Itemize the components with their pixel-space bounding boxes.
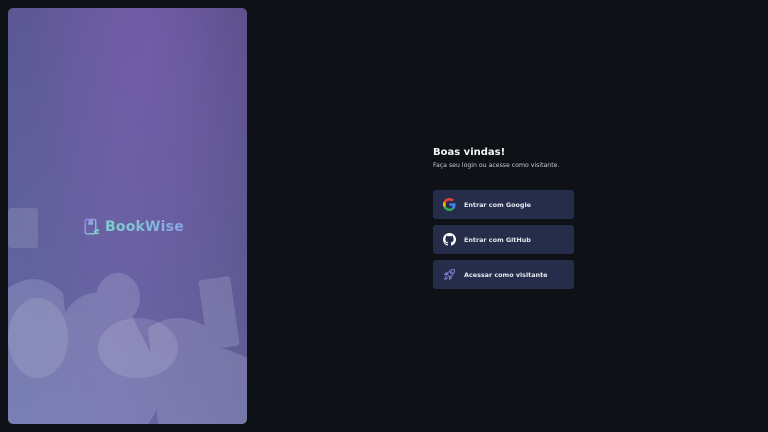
guest-access-button[interactable]: Acessar como visitante <box>433 260 574 289</box>
google-login-button[interactable]: Entrar com Google <box>433 190 574 219</box>
brand-name: BookWise <box>105 219 184 235</box>
google-login-label: Entrar com Google <box>464 200 531 209</box>
rocket-icon <box>442 268 456 282</box>
login-panel: Boas vindas! Faça seu login ou acesse co… <box>433 146 574 289</box>
login-options: Entrar com Google Entrar com GitHub Aces… <box>433 190 574 289</box>
book-logo-icon <box>83 218 101 236</box>
google-icon <box>442 198 456 212</box>
bookwise-logo: BookWise <box>83 218 184 236</box>
github-login-button[interactable]: Entrar com GitHub <box>433 225 574 254</box>
login-page: BookWise Boas vindas! Faça seu login ou … <box>0 0 768 432</box>
page-subtitle: Faça seu login ou acesse como visitante. <box>433 162 560 169</box>
github-login-label: Entrar com GitHub <box>464 235 531 244</box>
guest-access-label: Acessar como visitante <box>464 270 548 279</box>
github-icon <box>442 233 456 247</box>
hero-photo-illustration <box>8 208 247 424</box>
page-title: Boas vindas! <box>433 147 506 158</box>
hero-image-panel: BookWise <box>8 8 247 424</box>
